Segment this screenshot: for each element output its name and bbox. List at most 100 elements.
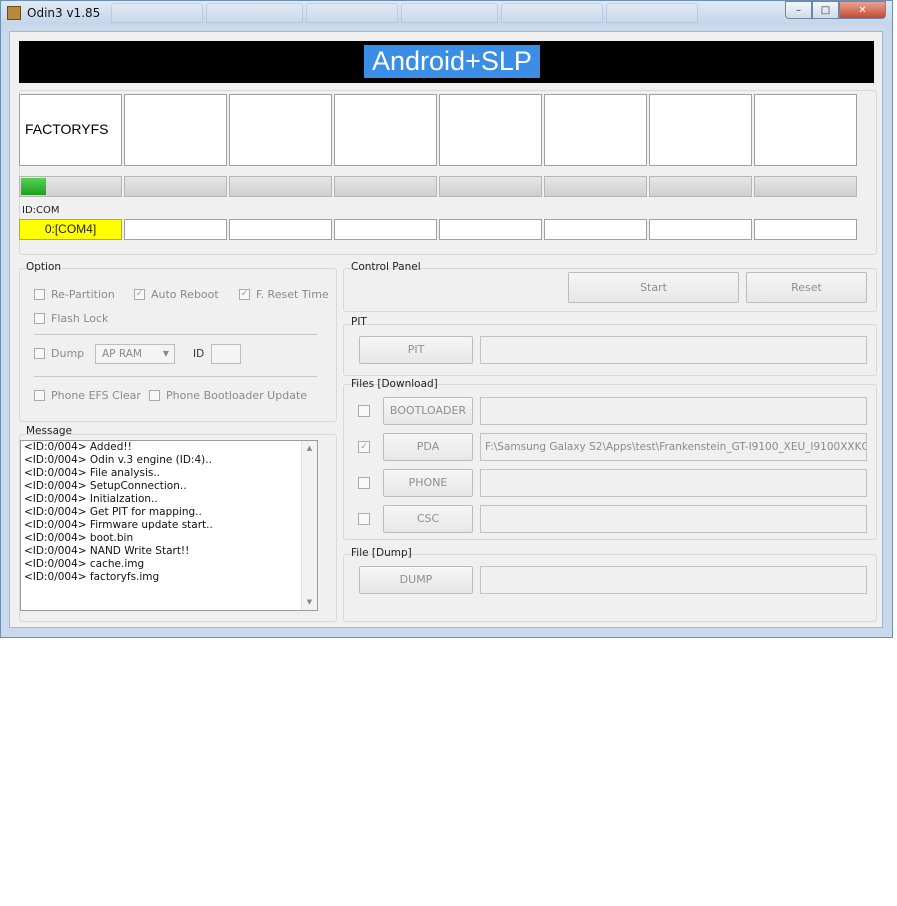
port-slot xyxy=(124,94,227,166)
phone-button[interactable]: PHONE xyxy=(383,469,473,497)
com-port-cell xyxy=(649,219,752,240)
log-line: <ID:0/004> boot.bin xyxy=(24,532,134,544)
dump-button[interactable]: DUMP xyxy=(359,566,473,594)
pit-button[interactable]: PIT xyxy=(359,336,473,364)
csc-path-field[interactable] xyxy=(480,505,867,533)
log-line: <ID:0/004> Get PIT for mapping.. xyxy=(24,506,202,518)
option-separator xyxy=(34,376,317,377)
banner-text: Android+SLP xyxy=(364,45,540,78)
message-scrollbar[interactable]: ▲ ▼ xyxy=(301,441,317,610)
maximize-button[interactable]: □ xyxy=(812,1,839,19)
odin-window: Odin3 v1.85 – □ ✕ Android+SLP FACTORYFS xyxy=(0,0,893,638)
com-port-cell: 0:[COM4] xyxy=(19,219,122,240)
progress-bar xyxy=(19,176,122,197)
com-port-cell xyxy=(544,219,647,240)
checkbox-box: ✓ xyxy=(239,289,250,300)
phone-efs-clear-checkbox[interactable]: Phone EFS Clear xyxy=(34,389,141,402)
checkbox-box xyxy=(34,289,45,300)
port-slot xyxy=(754,94,857,166)
bootloader-checkbox[interactable] xyxy=(358,405,370,417)
progress-bar xyxy=(124,176,227,197)
background-tab xyxy=(206,3,303,23)
log-line: <ID:0/004> File analysis.. xyxy=(24,467,161,479)
port-slot xyxy=(229,94,332,166)
progress-bar xyxy=(229,176,332,197)
checkbox-box xyxy=(34,390,45,401)
checkbox-label: F. Reset Time xyxy=(256,288,329,301)
log-line: <ID:0/004> Added!! xyxy=(24,441,132,453)
progress-bar xyxy=(649,176,752,197)
port-slot xyxy=(649,94,752,166)
client-area: Android+SLP FACTORYFS ID:COM 0:[COM4] Op… xyxy=(9,31,883,628)
f-reset-time-checkbox[interactable]: ✓ F. Reset Time xyxy=(239,288,329,301)
phone-bootloader-update-checkbox[interactable]: Phone Bootloader Update xyxy=(149,389,307,402)
log-line: <ID:0/004> cache.img xyxy=(24,558,145,570)
message-log[interactable]: <ID:0/004> Added!! <ID:0/004> Odin v.3 e… xyxy=(20,440,318,611)
pda-checkbox[interactable]: ✓ xyxy=(358,441,370,453)
port-slot-label: FACTORYFS xyxy=(25,121,109,137)
chevron-down-icon: ▼ xyxy=(162,349,169,358)
checkbox-label: Flash Lock xyxy=(51,312,109,325)
log-line: <ID:0/004> Firmware update start.. xyxy=(24,519,213,531)
port-slot xyxy=(544,94,647,166)
pit-title: PIT xyxy=(351,316,367,328)
dump-type-value: AP RAM xyxy=(102,348,142,360)
pda-button[interactable]: PDA xyxy=(383,433,473,461)
com-ports: 0:[COM4] xyxy=(19,219,859,240)
start-button[interactable]: Start xyxy=(568,272,739,303)
com-port-cell xyxy=(229,219,332,240)
control-panel-title: Control Panel xyxy=(351,261,421,273)
option-separator xyxy=(34,334,317,335)
progress-fill xyxy=(21,178,47,195)
scroll-up-arrow-icon[interactable]: ▲ xyxy=(302,441,317,456)
minimize-button[interactable]: – xyxy=(785,1,812,19)
reset-button[interactable]: Reset xyxy=(746,272,867,303)
com-port-cell xyxy=(334,219,437,240)
window-controls: – □ ✕ xyxy=(785,1,886,19)
pit-path-field[interactable] xyxy=(480,336,867,364)
bootloader-path-field[interactable] xyxy=(480,397,867,425)
bootloader-button[interactable]: BOOTLOADER xyxy=(383,397,473,425)
re-partition-checkbox[interactable]: Re-Partition xyxy=(34,288,115,301)
background-tab xyxy=(501,3,603,23)
com-port-cell xyxy=(439,219,542,240)
files-download-title: Files [Download] xyxy=(351,378,438,390)
dump-checkbox[interactable]: Dump xyxy=(34,347,84,360)
mode-banner: Android+SLP xyxy=(19,41,874,83)
dump-path-field[interactable] xyxy=(480,566,867,594)
port-slot xyxy=(334,94,437,166)
auto-reboot-checkbox[interactable]: ✓ Auto Reboot xyxy=(134,288,219,301)
odin-app-icon xyxy=(7,6,21,20)
dump-type-select[interactable]: AP RAM ▼ xyxy=(95,344,175,364)
csc-button[interactable]: CSC xyxy=(383,505,473,533)
dump-id-input[interactable] xyxy=(211,344,241,364)
progress-bar xyxy=(334,176,437,197)
pda-path-field[interactable]: F:\Samsung Galaxy S2\Apps\test\Frankenst… xyxy=(480,433,867,461)
checkbox-box: ✓ xyxy=(134,289,145,300)
checkbox-label: Dump xyxy=(51,347,85,360)
com-port-cell xyxy=(754,219,857,240)
log-line: <ID:0/004> factoryfs.img xyxy=(24,571,160,583)
taskbar-tabs-behind xyxy=(111,3,698,23)
phone-path-field[interactable] xyxy=(480,469,867,497)
csc-checkbox[interactable] xyxy=(358,513,370,525)
checkbox-label: Phone EFS Clear xyxy=(51,389,141,402)
scroll-down-arrow-icon[interactable]: ▼ xyxy=(302,595,317,610)
flash-lock-checkbox[interactable]: Flash Lock xyxy=(34,312,108,325)
checkbox-label: Phone Bootloader Update xyxy=(166,389,308,402)
progress-bar xyxy=(439,176,542,197)
log-line: <ID:0/004> SetupConnection.. xyxy=(24,480,187,492)
background-tab xyxy=(111,3,203,23)
log-line: <ID:0/004> Initialzation.. xyxy=(24,493,158,505)
background-tab xyxy=(401,3,498,23)
close-button[interactable]: ✕ xyxy=(839,1,886,19)
idcom-label: ID:COM xyxy=(22,205,60,216)
checkbox-label: Re-Partition xyxy=(51,288,115,301)
title-bar[interactable]: Odin3 v1.85 – □ ✕ xyxy=(1,1,892,25)
option-title: Option xyxy=(26,261,62,273)
checkbox-box xyxy=(34,313,45,324)
log-line: <ID:0/004> NAND Write Start!! xyxy=(24,545,190,557)
phone-checkbox[interactable] xyxy=(358,477,370,489)
window-title: Odin3 v1.85 xyxy=(27,6,101,20)
com-port-cell xyxy=(124,219,227,240)
